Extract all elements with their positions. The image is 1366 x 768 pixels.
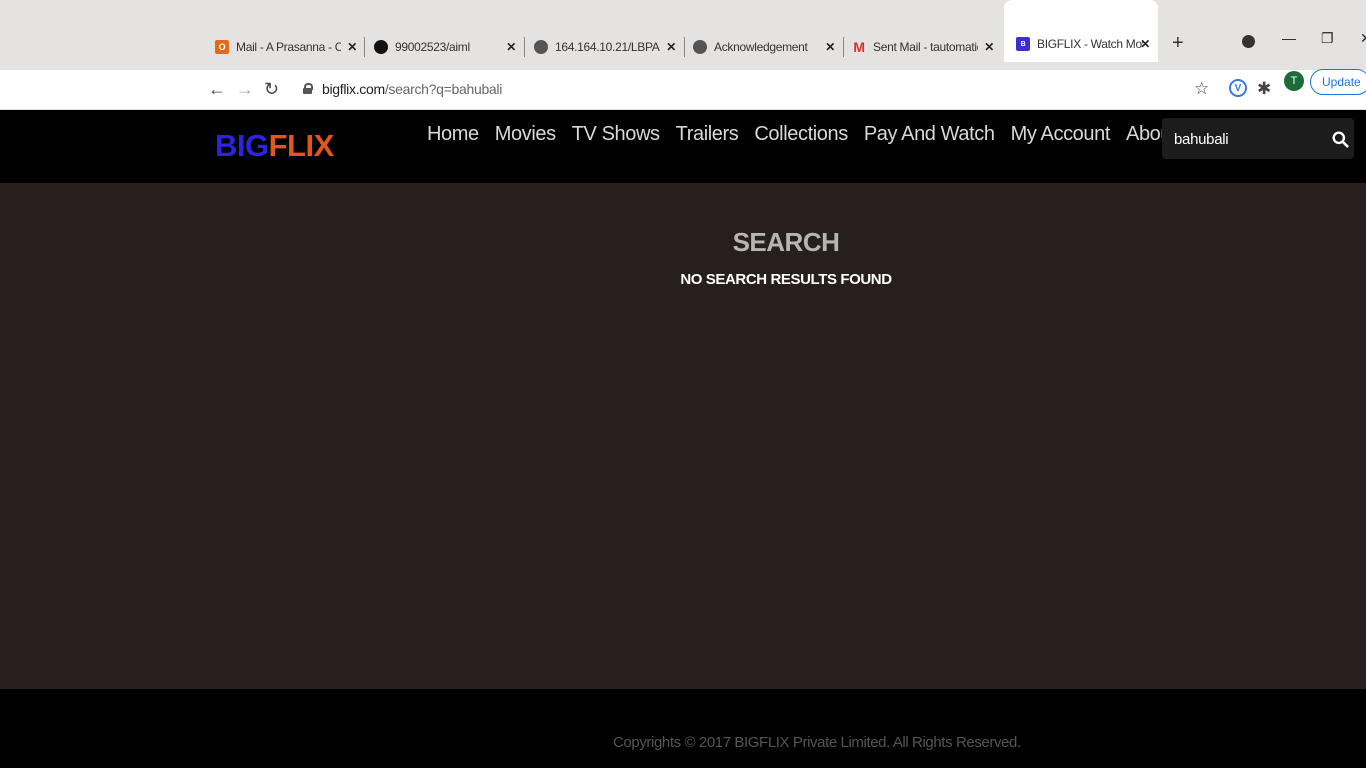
url-field[interactable]: bigflix.com/search?q=bahubali xyxy=(322,81,502,97)
restore-icon[interactable]: ❐ xyxy=(1321,30,1334,47)
close-window-icon[interactable]: ✕ xyxy=(1360,30,1366,47)
tab-gmail[interactable]: M Sent Mail - tautomatio ✕ xyxy=(852,32,994,62)
main-nav: Home Movies TV Shows Trailers Collection… xyxy=(427,123,1221,146)
url-path: /search?q=bahubali xyxy=(384,81,503,97)
site-search xyxy=(1162,118,1354,159)
nav-trailers[interactable]: Trailers xyxy=(676,123,739,146)
globe-icon xyxy=(693,40,707,54)
avatar[interactable]: T xyxy=(1284,71,1304,91)
tab-title: Mail - A Prasanna - Ou xyxy=(236,40,341,54)
tab-github[interactable]: 99002523/aiml ✕ xyxy=(374,32,516,62)
tab-title: BIGFLIX - Watch Movie xyxy=(1037,37,1143,51)
tab-acknowledgement[interactable]: Acknowledgement ✕ xyxy=(693,32,835,62)
tab-mail[interactable]: O Mail - A Prasanna - Ou ✕ xyxy=(215,32,357,62)
tab-title: 99002523/aiml xyxy=(395,40,470,54)
bigflix-logo[interactable]: BIGFLIX xyxy=(215,128,334,164)
profile-icon[interactable] xyxy=(1242,35,1255,48)
gmail-icon: M xyxy=(853,39,865,55)
site-footer: Copyrights © 2017 BIGFLIX Private Limite… xyxy=(0,689,1366,768)
bookmark-star-icon[interactable]: ☆ xyxy=(1194,79,1209,99)
copyright-text: Copyrights © 2017 BIGFLIX Private Limite… xyxy=(613,734,1021,751)
close-tab-icon[interactable]: ✕ xyxy=(1140,37,1150,51)
new-tab-icon[interactable]: + xyxy=(1172,32,1184,55)
tab-lbpasp[interactable]: 164.164.10.21/LBPASP ✕ xyxy=(534,32,676,62)
tab-title: Sent Mail - tautomatio xyxy=(873,40,978,54)
logo-part-flix: FLIX xyxy=(268,128,335,163)
close-tab-icon[interactable]: ✕ xyxy=(984,40,994,54)
github-icon xyxy=(374,40,388,54)
page-title: SEARCH xyxy=(732,227,840,257)
browser-tab-bar: O Mail - A Prasanna - Ou ✕ 99002523/aiml… xyxy=(0,0,1366,70)
reload-icon[interactable]: ↻ xyxy=(264,79,279,100)
close-tab-icon[interactable]: ✕ xyxy=(506,40,516,54)
nav-home[interactable]: Home xyxy=(427,123,479,146)
nav-my-account[interactable]: My Account xyxy=(1011,123,1111,146)
nav-collections[interactable]: Collections xyxy=(754,123,848,146)
globe-icon xyxy=(534,40,548,54)
url-domain: bigflix.com xyxy=(322,81,385,97)
logo-part-big: BIG xyxy=(215,128,269,163)
search-icon[interactable] xyxy=(1332,131,1349,148)
forward-icon[interactable]: → xyxy=(236,79,254,100)
tab-title: Acknowledgement xyxy=(714,40,808,54)
site-header: BIGFLIX Home Movies TV Shows Trailers Co… xyxy=(0,111,1366,183)
search-results-area: SEARCH NO SEARCH RESULTS FOUND xyxy=(0,183,1366,689)
lock-icon xyxy=(303,83,313,94)
bigflix-icon: B xyxy=(1016,37,1030,51)
tab-title: 164.164.10.21/LBPASP xyxy=(555,40,660,54)
close-tab-icon[interactable]: ✕ xyxy=(825,40,835,54)
extensions-puzzle-icon[interactable]: ✱ xyxy=(1257,79,1271,99)
nav-pay-and-watch[interactable]: Pay And Watch xyxy=(864,123,995,146)
search-input[interactable] xyxy=(1174,128,1314,150)
nav-tv-shows[interactable]: TV Shows xyxy=(572,123,660,146)
close-tab-icon[interactable]: ✕ xyxy=(347,40,357,54)
extension-v-icon[interactable]: V xyxy=(1229,79,1247,97)
minimize-icon[interactable]: — xyxy=(1282,30,1296,46)
address-bar: ← → ↻ bigflix.com/search?q=bahubali ☆ V … xyxy=(0,70,1366,110)
back-icon[interactable]: ← xyxy=(208,79,226,100)
nav-movies[interactable]: Movies xyxy=(495,123,556,146)
tab-bigflix[interactable]: B BIGFLIX - Watch Movie ✕ xyxy=(1004,0,1158,62)
close-tab-icon[interactable]: ✕ xyxy=(666,40,676,54)
outlook-icon: O xyxy=(215,40,229,54)
no-results-message: NO SEARCH RESULTS FOUND xyxy=(680,271,892,288)
update-button[interactable]: Update xyxy=(1310,69,1366,95)
